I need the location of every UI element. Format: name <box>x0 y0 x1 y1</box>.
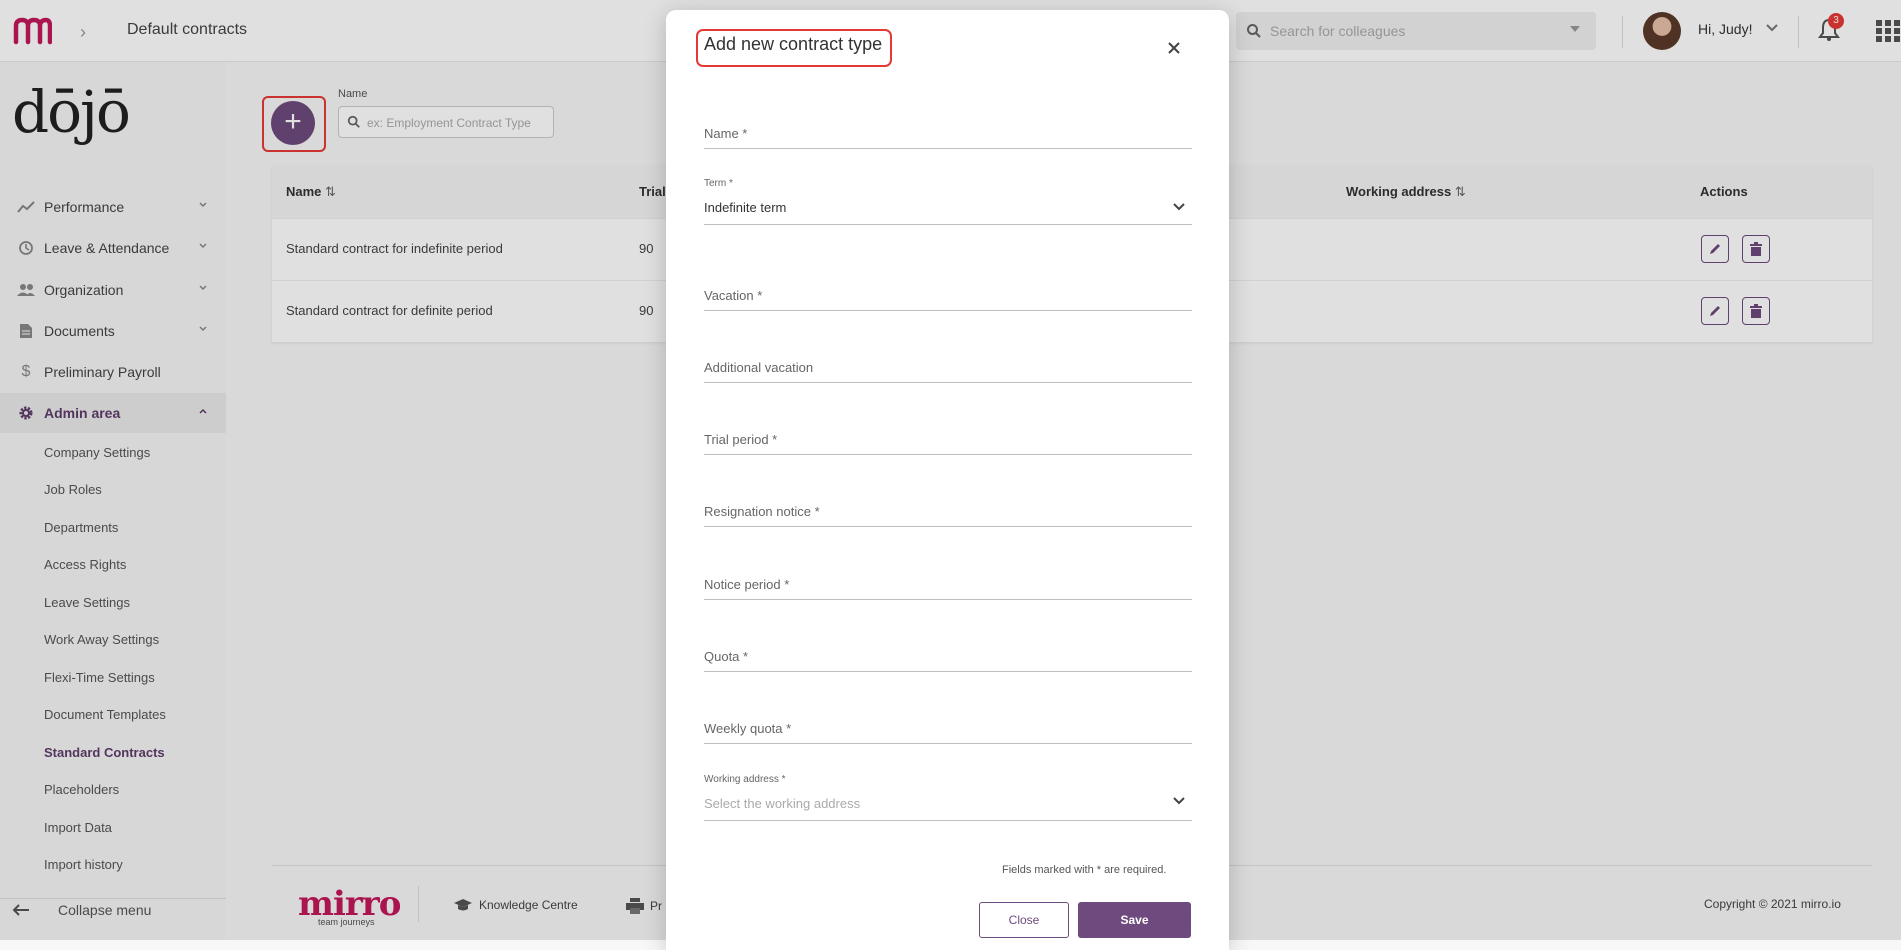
working-address-select[interactable]: Working address * Select the working add… <box>704 774 1192 824</box>
quota-field[interactable]: Quota * <box>704 639 1192 673</box>
working-address-placeholder: Select the working address <box>704 796 861 811</box>
notice-period-field[interactable]: Notice period * <box>704 567 1192 601</box>
weekly-quota-label: Weekly quota * <box>704 721 792 736</box>
resignation-notice-label: Resignation notice * <box>704 504 820 519</box>
modal-title: Add new contract type <box>704 34 883 54</box>
name-label: Name * <box>704 126 748 141</box>
trial-period-label: Trial period * <box>704 432 778 447</box>
term-label: Term * <box>704 178 733 189</box>
underline <box>704 599 1192 600</box>
chevron-down-icon <box>1173 203 1185 211</box>
close-icon[interactable] <box>1164 38 1184 58</box>
vacation-label: Vacation * <box>704 288 763 303</box>
underline <box>704 454 1192 455</box>
additional-vacation-label: Additional vacation <box>704 360 814 375</box>
underline <box>704 671 1192 672</box>
resignation-notice-field[interactable]: Resignation notice * <box>704 494 1192 528</box>
quota-label: Quota * <box>704 649 749 664</box>
underline <box>704 526 1192 527</box>
underline <box>704 148 1192 149</box>
chevron-down-icon <box>1173 797 1185 805</box>
underline <box>704 310 1192 311</box>
name-field[interactable]: Name * <box>704 116 1192 150</box>
required-note: Fields marked with * are required. <box>1002 864 1167 876</box>
underline <box>704 820 1192 821</box>
term-value: Indefinite term <box>704 200 787 215</box>
add-contract-modal: Add new contract type Name * Term * Inde… <box>666 10 1229 950</box>
underline <box>704 224 1192 225</box>
notice-period-label: Notice period * <box>704 577 790 592</box>
additional-vacation-field[interactable]: Additional vacation <box>704 350 1192 384</box>
close-button[interactable]: Close <box>979 902 1069 938</box>
save-button[interactable]: Save <box>1078 902 1191 938</box>
underline <box>704 382 1192 383</box>
working-address-label: Working address * <box>704 774 786 785</box>
weekly-quota-field[interactable]: Weekly quota * <box>704 711 1192 745</box>
vacation-field[interactable]: Vacation * <box>704 278 1192 312</box>
term-select[interactable]: Term * Indefinite term <box>704 178 1192 228</box>
underline <box>704 743 1192 744</box>
trial-period-field[interactable]: Trial period * <box>704 422 1192 456</box>
